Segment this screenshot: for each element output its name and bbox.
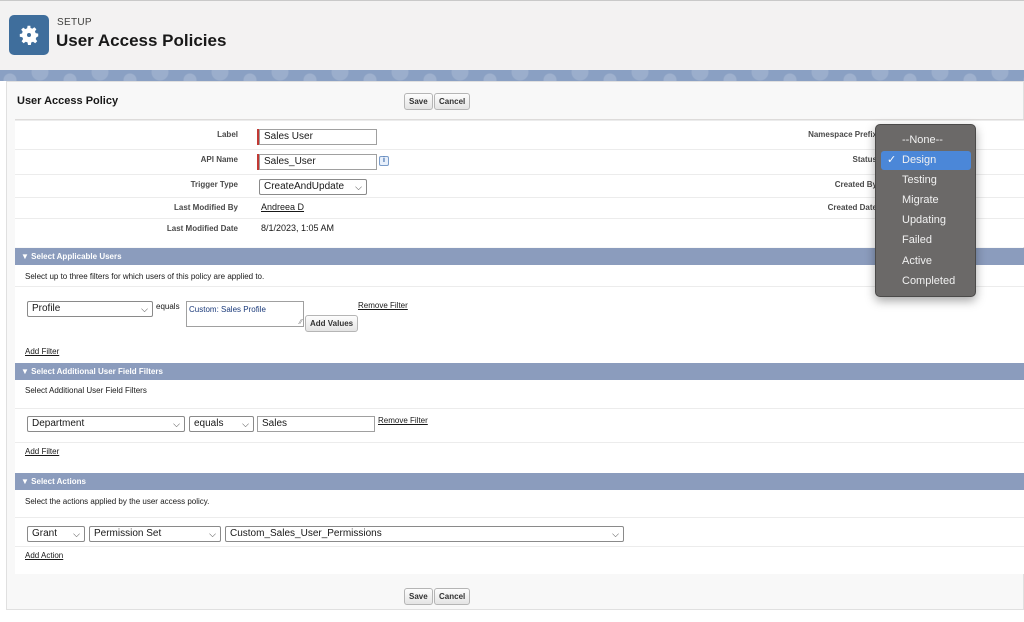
namespace-prefix-label: Namespace Prefix <box>808 130 877 139</box>
status-option-migrate[interactable]: Migrate <box>876 191 977 210</box>
collapse-icon: ▼ <box>21 367 29 376</box>
trigger-type-value: CreateAndUpdate <box>264 181 345 192</box>
section-applicable-users[interactable]: ▼ Select Applicable Users <box>15 248 1024 265</box>
status-option-testing[interactable]: Testing <box>876 171 977 190</box>
dept-value-input[interactable]: Sales <box>257 416 375 432</box>
chevron-down-icon: ⌵ <box>73 529 80 539</box>
status-label: Status <box>852 155 877 164</box>
page: SETUP User Access Policies User Access P… <box>0 0 1024 622</box>
add-values-button[interactable]: Add Values <box>305 315 359 332</box>
gear-icon <box>9 15 49 55</box>
card-title: User Access Policy <box>17 95 119 107</box>
section-additional-filters[interactable]: ▼ Select Additional User Field Filters <box>15 363 1024 380</box>
divider <box>15 197 1024 198</box>
trigger-type-label: Trigger Type <box>190 180 238 189</box>
collapse-icon: ▼ <box>21 252 29 261</box>
status-option-failed[interactable]: Failed <box>876 231 977 250</box>
help-text: Select Additional User Field Filters <box>25 386 147 395</box>
divider <box>15 442 1024 443</box>
section-heading: Select Applicable Users <box>31 252 122 261</box>
dept-filter-field-select[interactable]: Department ⌵ <box>27 416 185 432</box>
checkmark-icon: ✓ <box>887 154 897 166</box>
created-by-label: Created By <box>834 180 877 189</box>
last-modified-date-label: Last Modified Date <box>166 224 238 233</box>
divider <box>15 149 1024 150</box>
api-name-label: API Name <box>200 155 238 164</box>
divider <box>15 408 1024 409</box>
last-modified-by-link[interactable]: Andreea D <box>261 202 304 212</box>
remove-filter-link[interactable]: Remove Filter <box>358 301 408 310</box>
divider <box>15 174 1024 175</box>
action-target-value: Custom_Sales_User_Permissions <box>230 528 382 539</box>
applicable-users-body: Select up to three filters for which use… <box>15 265 1024 364</box>
cancel-button-bottom[interactable]: Cancel <box>434 588 471 605</box>
section-actions[interactable]: ▼ Select Actions <box>15 473 1024 490</box>
trigger-type-select[interactable]: CreateAndUpdate ⌵ <box>259 179 367 195</box>
divider <box>15 286 1024 287</box>
dept-operator-select[interactable]: equals ⌵ <box>189 416 254 432</box>
chevron-down-icon: ⌵ <box>242 419 249 429</box>
action-verb-select[interactable]: Grant ⌵ <box>27 526 85 542</box>
add-action-link[interactable]: Add Action <box>25 551 63 560</box>
action-verb-value: Grant <box>32 528 58 539</box>
user-filter-field-select[interactable]: Profile ⌵ <box>27 301 153 317</box>
divider <box>15 546 1024 547</box>
chevron-down-icon: ⌵ <box>209 529 216 539</box>
chevron-down-icon: ⌵ <box>612 529 619 539</box>
status-option-none[interactable]: --None-- <box>876 131 977 150</box>
save-button-bottom[interactable]: Save <box>404 588 433 605</box>
status-option-design[interactable]: ✓ Design <box>881 151 971 170</box>
detail-area: Label Sales User API Name Sales_User i T… <box>15 119 1024 247</box>
action-type-value: Permission Set <box>94 528 162 539</box>
add-filter-link[interactable]: Add Filter <box>25 347 59 356</box>
chevron-down-icon: ⌵ <box>141 304 148 314</box>
setup-eyebrow: SETUP <box>57 17 92 28</box>
status-option-completed[interactable]: Completed <box>876 272 977 291</box>
section-heading: Select Additional User Field Filters <box>31 367 163 376</box>
section-heading: Select Actions <box>31 477 86 486</box>
label-input[interactable]: Sales User <box>259 129 377 145</box>
last-modified-by-label: Last Modified By <box>173 203 238 212</box>
collapse-icon: ▼ <box>21 477 29 486</box>
help-text: Select up to three filters for which use… <box>25 272 265 281</box>
dept-operator-value: equals <box>194 418 224 429</box>
divider <box>15 218 1024 219</box>
operator-label: equals <box>156 302 180 311</box>
status-dropdown-menu[interactable]: --None-- ✓ Design Testing Migrate Updati… <box>875 124 976 297</box>
help-text: Select the actions applied by the user a… <box>25 497 210 506</box>
decorative-banner <box>0 70 1024 81</box>
status-option-label: Design <box>902 154 937 166</box>
resize-handle-icon[interactable]: ⁄⁄ <box>300 319 302 326</box>
cancel-button-top[interactable]: Cancel <box>434 93 471 110</box>
policy-card: User Access Policy Save Cancel Label Sal… <box>6 81 1024 610</box>
user-filter-field-value: Profile <box>32 303 61 314</box>
status-option-updating[interactable]: Updating <box>876 211 977 230</box>
dept-filter-field-value: Department <box>32 418 85 429</box>
api-name-input[interactable]: Sales_User <box>259 154 377 170</box>
action-type-select[interactable]: Permission Set ⌵ <box>89 526 221 542</box>
action-target-select[interactable]: Custom_Sales_User_Permissions ⌵ <box>225 526 624 542</box>
actions-body: Select the actions applied by the user a… <box>15 490 1024 574</box>
chevron-down-icon: ⌵ <box>173 419 180 429</box>
status-option-active[interactable]: Active <box>876 252 977 271</box>
page-title: User Access Policies <box>56 31 227 50</box>
last-modified-date-value: 8/1/2023, 1:05 AM <box>261 223 335 233</box>
additional-filters-body: Select Additional User Field Filters Dep… <box>15 380 1024 474</box>
values-text: Custom: Sales Profile <box>189 305 266 314</box>
values-textarea[interactable]: Custom: Sales Profile ⁄⁄ <box>186 301 304 327</box>
created-date-label: Created Date <box>827 203 877 212</box>
setup-header: SETUP User Access Policies <box>0 0 1024 70</box>
label-field-label: Label <box>217 130 238 139</box>
divider <box>15 120 1024 121</box>
chevron-down-icon: ⌵ <box>355 182 362 192</box>
add-filter-link[interactable]: Add Filter <box>25 447 59 456</box>
info-icon[interactable]: i <box>379 156 389 166</box>
remove-filter-link[interactable]: Remove Filter <box>378 416 428 425</box>
divider <box>15 517 1024 518</box>
save-button-top[interactable]: Save <box>404 93 433 110</box>
